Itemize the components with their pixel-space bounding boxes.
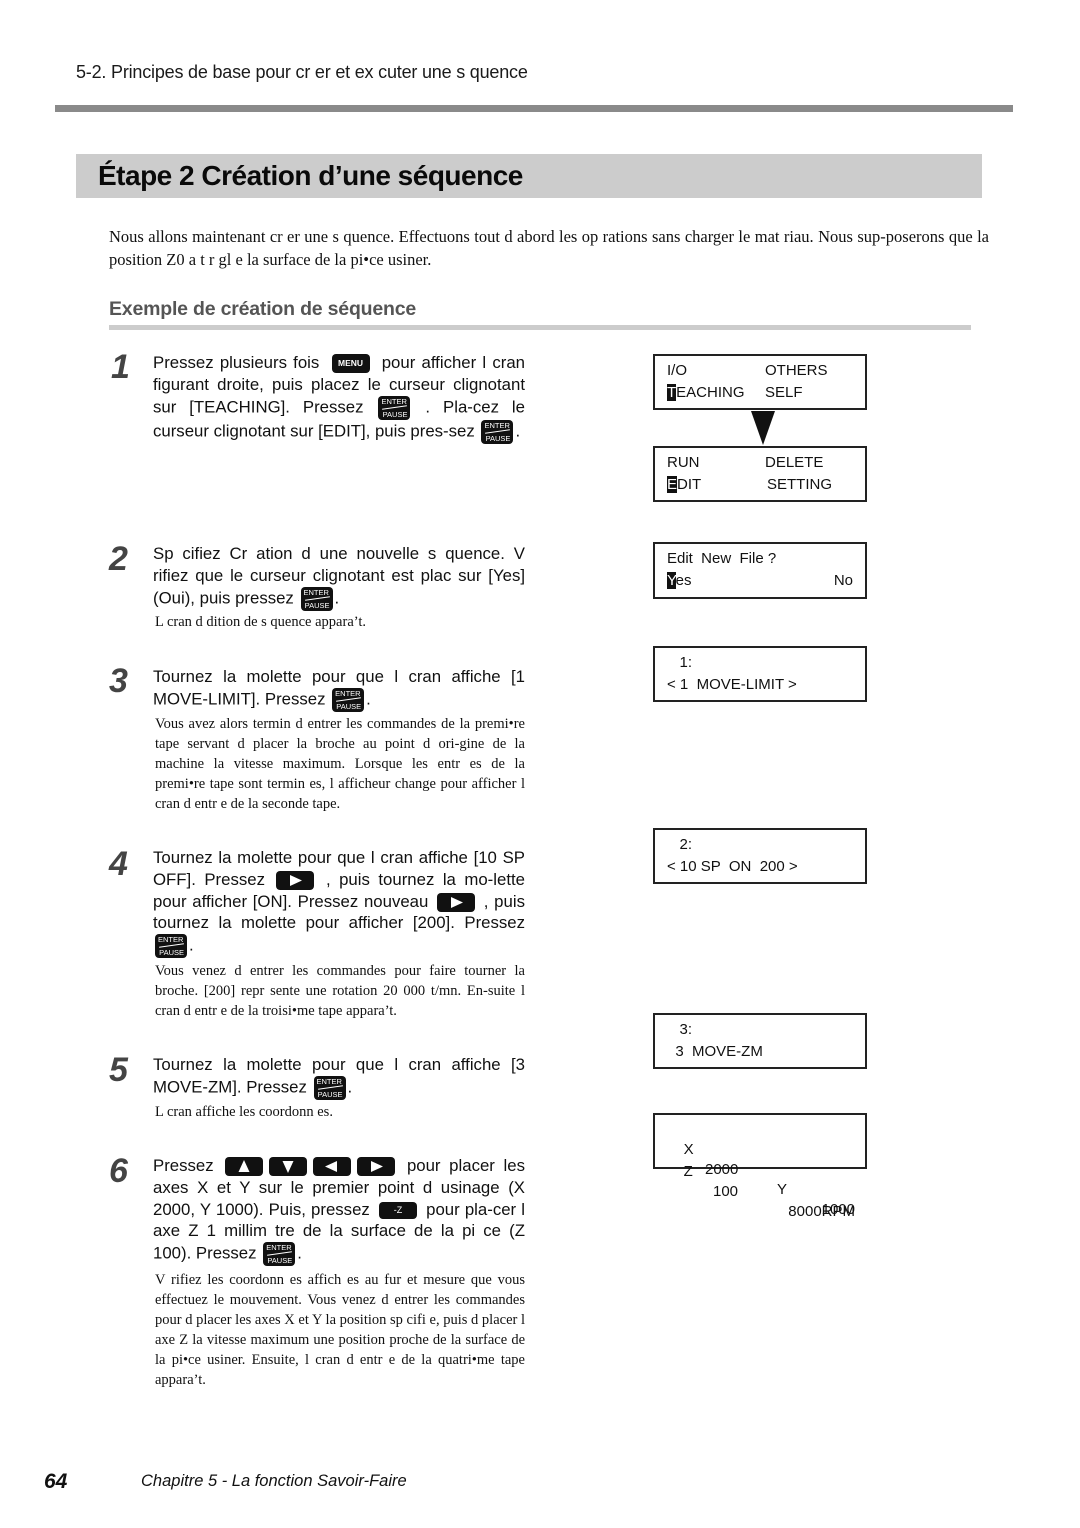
header-rule xyxy=(55,105,1013,112)
step-6-text: Pressez pour placer les axes X et Y sur … xyxy=(153,1156,526,1267)
up-arrow-key-icon xyxy=(225,1157,264,1177)
section-subheading: Exemple de création de séquence xyxy=(109,298,417,320)
step-2-note: L cran d dition de s quence appara’t. xyxy=(155,614,366,630)
page-title: Étape 2 Création d’une séquence xyxy=(98,160,523,191)
blinking-cursor: T xyxy=(667,384,677,401)
intro-paragraph: Nous allons maintenant cr er une s quenc… xyxy=(109,227,989,269)
page-number: 64 xyxy=(44,1470,68,1493)
down-arrow-icon xyxy=(751,411,775,445)
step-6-note: V rifiez les coordonn es affich es au fu… xyxy=(155,1272,525,1388)
step-number: 5 xyxy=(109,1051,128,1089)
step-number: 1 xyxy=(111,348,130,386)
down-arrow-key-icon xyxy=(269,1157,308,1177)
lcd-screen-step-3: 3: 3 MOVE-ZM xyxy=(653,1013,867,1069)
step-5-text: Tournez la molette pour que l cran affic… xyxy=(153,1055,525,1100)
lcd-screen-edit-new-file: Edit New File ? Yes No xyxy=(653,542,867,599)
title-band: Étape 2 Création d’une séquence xyxy=(76,154,982,198)
minus-z-key-icon: -Z xyxy=(378,1201,417,1219)
lcd-screen-main-menu: I/O OTHERS TEACHING SELF xyxy=(653,354,867,410)
chapter-footer: Chapitre 5 - La fonction Savoir-Faire xyxy=(141,1472,407,1490)
subheading-rule xyxy=(109,325,971,330)
right-arrow-key-icon xyxy=(276,870,315,890)
lcd-screen-step-2: 2: < 10 SP ON 200 > xyxy=(653,828,867,884)
step-2-text: Sp cifiez Cr ation d une nouvelle s quen… xyxy=(153,544,525,611)
menu-key-icon: MENU xyxy=(331,354,370,374)
step-4-note: Vous venez d entrer les commandes pour f… xyxy=(155,963,525,1019)
lcd-screen-teaching-menu: RUN DELETE EDIT SETTING xyxy=(653,446,867,502)
right-arrow-key-icon xyxy=(357,1157,396,1177)
running-head: 5-2. Principes de base pour cr er et ex … xyxy=(76,62,528,82)
left-arrow-key-icon xyxy=(313,1157,352,1177)
step-number: 2 xyxy=(109,540,128,578)
step-5-note: L cran affiche les coordonn es. xyxy=(155,1104,333,1120)
blinking-cursor: Y xyxy=(667,572,676,589)
right-arrow-key-icon xyxy=(437,892,476,912)
step-3-text: Tournez la molette pour que l cran affic… xyxy=(153,667,525,712)
enter-pause-key-icon: ENTER PAUSE xyxy=(332,687,365,712)
lcd-screen-step-1: 1: < 1 MOVE-LIMIT > xyxy=(653,646,867,702)
step-number: 3 xyxy=(109,662,128,700)
lcd-screen-coordinates: X 2000 Y 1000 Z 100 8000RPM xyxy=(653,1113,867,1220)
blinking-cursor: E xyxy=(667,476,678,493)
enter-pause-key-icon: ENTER PAUSE xyxy=(300,586,333,611)
step-number: 6 xyxy=(109,1152,128,1190)
enter-pause-key-icon: ENTER PAUSE xyxy=(155,934,187,959)
step-3-note: Vous avez alors termin d entrer les comm… xyxy=(155,716,525,812)
step-number: 4 xyxy=(109,845,128,883)
step-4-text: Tournez la molette pour que l cran affic… xyxy=(153,848,525,959)
enter-pause-key-icon: ENTER PAUSE xyxy=(481,419,514,444)
enter-pause-key-icon: ENTER PAUSE xyxy=(263,1242,296,1267)
step-1-text: Pressez plusieurs fois MENU pour affiche… xyxy=(153,353,525,444)
enter-pause-key-icon: ENTER PAUSE xyxy=(313,1075,346,1100)
enter-pause-key-icon: ENTER PAUSE xyxy=(378,395,411,420)
